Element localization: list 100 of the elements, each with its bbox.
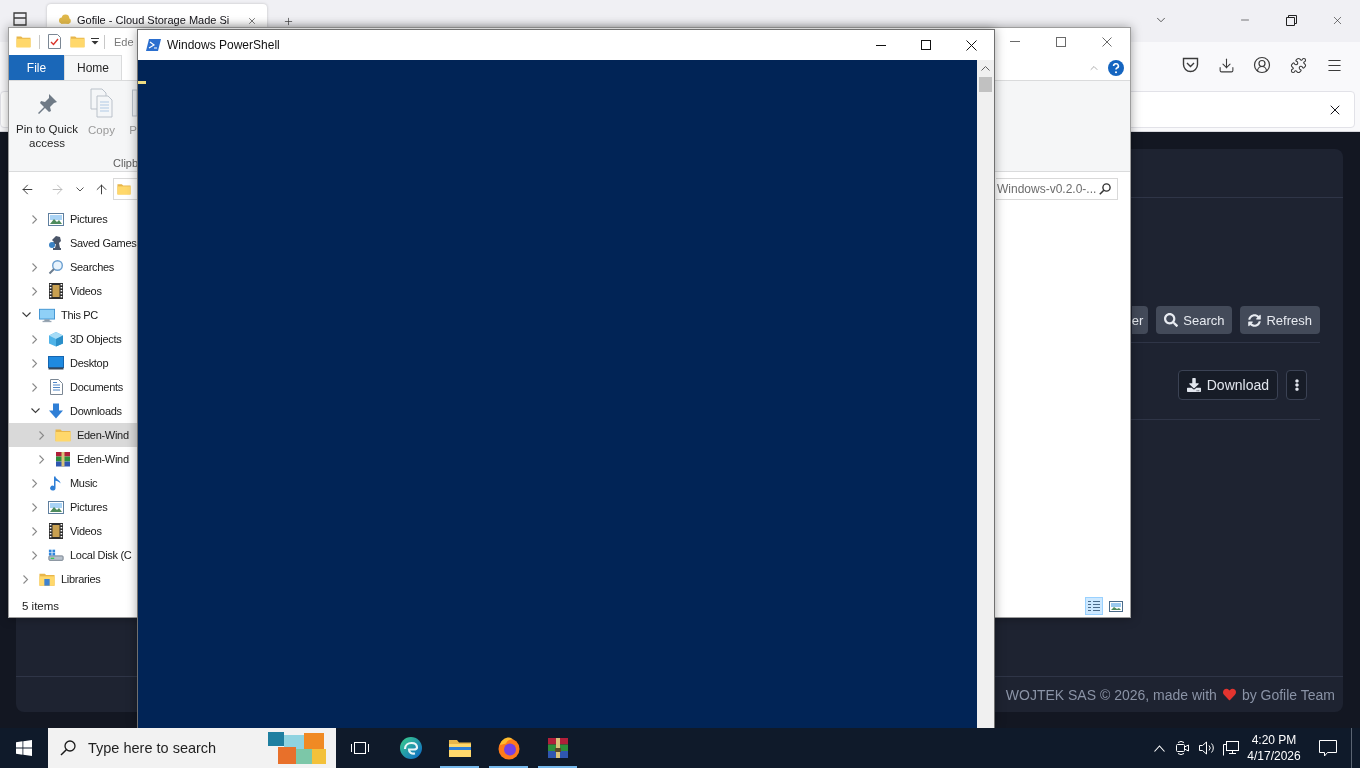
chevron-down-icon[interactable]: [30, 408, 40, 414]
restore-icon[interactable]: [1285, 14, 1297, 26]
chevron-right-icon[interactable]: [32, 214, 38, 224]
tree-item[interactable]: Desktop: [9, 351, 137, 375]
speaker-icon[interactable]: [1199, 741, 1215, 755]
tree-item[interactable]: Music: [9, 471, 137, 495]
window-title: Ede: [114, 35, 134, 48]
puzzle-icon[interactable]: [1289, 56, 1307, 74]
search-box[interactable]: Windows-v0.2.0-...: [996, 178, 1118, 200]
magnifier-icon: [48, 259, 64, 275]
camera-icon[interactable]: [1176, 740, 1190, 756]
refresh-button[interactable]: Refresh: [1240, 306, 1320, 334]
search-icon: [1164, 313, 1179, 327]
chevron-right-icon[interactable]: [32, 502, 38, 512]
chevron-right-icon[interactable]: [32, 382, 38, 392]
text-cursor-icon: [138, 81, 146, 84]
folder-icon: [55, 428, 71, 442]
scroll-thumb[interactable]: [979, 77, 992, 92]
download-button[interactable]: Download: [1177, 370, 1278, 400]
ribbon-tab[interactable]: File: [9, 55, 64, 80]
up-icon[interactable]: [93, 181, 109, 197]
chevron-right-icon[interactable]: [23, 574, 29, 584]
tree-item[interactable]: Pictures: [9, 207, 137, 231]
tree-item[interactable]: Pictures: [9, 495, 137, 519]
music-note-icon: [50, 475, 62, 491]
picture-icon: [48, 500, 64, 514]
account-icon[interactable]: [1253, 56, 1271, 74]
drive-icon: [48, 548, 64, 562]
chevron-down-icon[interactable]: [76, 186, 84, 192]
tree-item[interactable]: Libraries: [9, 567, 137, 591]
panel-icon[interactable]: [12, 12, 28, 26]
tree-item[interactable]: Videos: [9, 519, 137, 543]
prompt-icon: [146, 39, 161, 51]
search-icon: [1099, 183, 1111, 195]
network-icon[interactable]: [1223, 740, 1239, 756]
stacked-books-icon: [55, 451, 71, 467]
list-icon: [1088, 600, 1100, 612]
tree-item[interactable]: Searches: [9, 255, 137, 279]
search-field[interactable]: Windows-v0.2.0-...: [997, 182, 1099, 196]
task-view-icon[interactable]: [351, 740, 369, 756]
heart-icon: [1222, 688, 1236, 701]
cube-icon: [48, 331, 64, 347]
download-icon[interactable]: [1217, 56, 1235, 74]
chevron-right-icon[interactable]: [32, 526, 38, 536]
tree-item[interactable]: Videos: [9, 279, 137, 303]
folder-icon: [447, 738, 472, 758]
tree-item[interactable]: Downloads: [9, 399, 137, 423]
library-folder-icon: [39, 571, 55, 587]
close-icon[interactable]: [965, 39, 977, 51]
status-text: 5 items: [22, 600, 60, 612]
back-icon[interactable]: [19, 181, 35, 197]
folder-icon: [117, 181, 131, 197]
chevron-right-icon[interactable]: [39, 454, 45, 464]
chevron-down-icon[interactable]: [21, 312, 31, 318]
checked-document-icon[interactable]: [48, 34, 61, 49]
cloud-icon: [58, 14, 71, 24]
pin-button[interactable]: Pin to Quick access: [14, 88, 80, 150]
tree-item[interactable]: 3D Objects: [9, 327, 137, 351]
details-view-button[interactable]: [1085, 597, 1103, 615]
tree-item[interactable]: Documents: [9, 375, 137, 399]
copy-pages-icon: [89, 88, 114, 118]
message-icon[interactable]: [1319, 739, 1337, 757]
ribbon-tab[interactable]: Home: [64, 55, 122, 80]
tree-item[interactable]: Eden-Wind: [9, 447, 137, 471]
swirl-icon: [398, 736, 423, 760]
help-icon[interactable]: [1108, 59, 1124, 76]
clock-button[interactable]: 4:20 PM 4/17/2026: [1243, 728, 1305, 768]
group-label: Clipb: [112, 156, 140, 171]
tiles-icon: [266, 731, 328, 765]
search-button[interactable]: Search: [1156, 306, 1233, 334]
tree-item[interactable]: Eden-Wind: [9, 423, 137, 447]
search-box[interactable]: Type here to search: [48, 728, 336, 768]
down-arrow-icon: [48, 403, 64, 419]
minimize-icon[interactable]: [875, 44, 886, 46]
chevron-right-icon[interactable]: [32, 550, 38, 560]
chevron-right-icon[interactable]: [32, 358, 38, 368]
film-icon: [49, 283, 63, 299]
folder-icon: [16, 35, 31, 48]
globe-icon: [496, 736, 521, 760]
tree-item[interactable]: This PC: [9, 303, 137, 327]
toolbar-button[interactable]: er: [1131, 306, 1149, 334]
chevron-right-icon[interactable]: [32, 334, 38, 344]
refresh-icon: [1248, 313, 1262, 327]
desktop-icon: [48, 356, 64, 370]
browser-tab[interactable]: Gofile - Cloud Storage Made Si: [47, 4, 267, 27]
chevron-right-icon[interactable]: [32, 286, 38, 296]
windows-logo-icon[interactable]: [16, 740, 32, 756]
chess-piece-icon: [48, 235, 64, 251]
dropdown-icon[interactable]: [91, 38, 99, 45]
document-icon: [49, 379, 63, 395]
more-button[interactable]: [1286, 370, 1307, 400]
tree-item[interactable]: Saved Games: [9, 231, 137, 255]
maximize-icon[interactable]: [920, 40, 931, 50]
chevron-right-icon[interactable]: [32, 262, 38, 272]
address-field[interactable]: [113, 178, 137, 200]
shield-chevron-icon[interactable]: [1181, 57, 1199, 73]
search-field[interactable]: Type here to search: [88, 740, 248, 756]
chevron-right-icon[interactable]: [32, 478, 38, 488]
plus-icon[interactable]: [283, 16, 294, 27]
tree-item[interactable]: Local Disk (C: [9, 543, 137, 567]
